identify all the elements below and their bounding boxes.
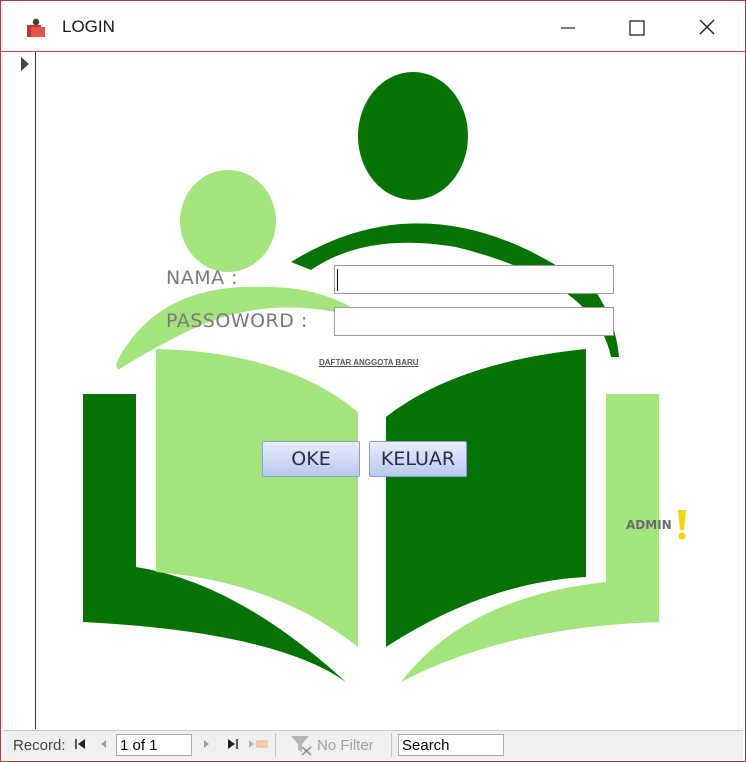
minimize-button[interactable] [544, 9, 592, 45]
search-field[interactable] [398, 734, 504, 756]
access-form-icon [27, 18, 45, 37]
register-new-member-link[interactable]: DAFTAR ANGGOTA BARU [319, 358, 419, 367]
exclamation-icon[interactable] [676, 508, 688, 542]
maximize-icon [629, 20, 645, 36]
nama-input[interactable] [334, 265, 614, 294]
first-record-icon[interactable] [74, 737, 88, 751]
nav-separator [391, 733, 392, 757]
password-label: PASSOWORD : [166, 310, 308, 332]
next-record-icon[interactable] [201, 737, 213, 751]
no-filter-label[interactable]: No Filter [317, 737, 374, 754]
password-input[interactable] [334, 307, 614, 336]
last-record-icon[interactable] [225, 737, 239, 751]
current-record-field[interactable] [116, 734, 192, 756]
maximize-button[interactable] [612, 9, 660, 45]
close-button[interactable] [683, 9, 731, 45]
oke-button[interactable]: OKE [262, 441, 360, 477]
nav-separator [275, 733, 276, 757]
record-label: Record: [13, 737, 66, 754]
text-caret [337, 269, 338, 291]
new-record-icon[interactable] [247, 737, 271, 751]
login-window: LOGIN NAMA: PASSOWORD: DAFTAR ANGGOTA … [0, 0, 746, 762]
previous-record-icon[interactable] [97, 737, 109, 751]
record-navigation-bar: Record: No Filter [3, 730, 743, 760]
close-icon [699, 19, 715, 35]
no-filter-icon[interactable] [289, 734, 315, 756]
reading-book-logo [83, 72, 659, 682]
nama-label: NAMA : [166, 267, 239, 289]
current-record-arrow-icon [21, 57, 29, 71]
login-form: NAMA : PASSOWORD : DAFTAR ANGGOTA BARU O… [36, 52, 742, 729]
keluar-button[interactable]: KELUAR [369, 441, 467, 477]
window-title: LOGIN [62, 17, 115, 36]
admin-link[interactable]: ADMIN [626, 518, 672, 532]
title-bar[interactable]: LOGIN [1, 1, 745, 52]
record-selector[interactable] [3, 52, 36, 729]
minimize-icon [561, 27, 575, 29]
